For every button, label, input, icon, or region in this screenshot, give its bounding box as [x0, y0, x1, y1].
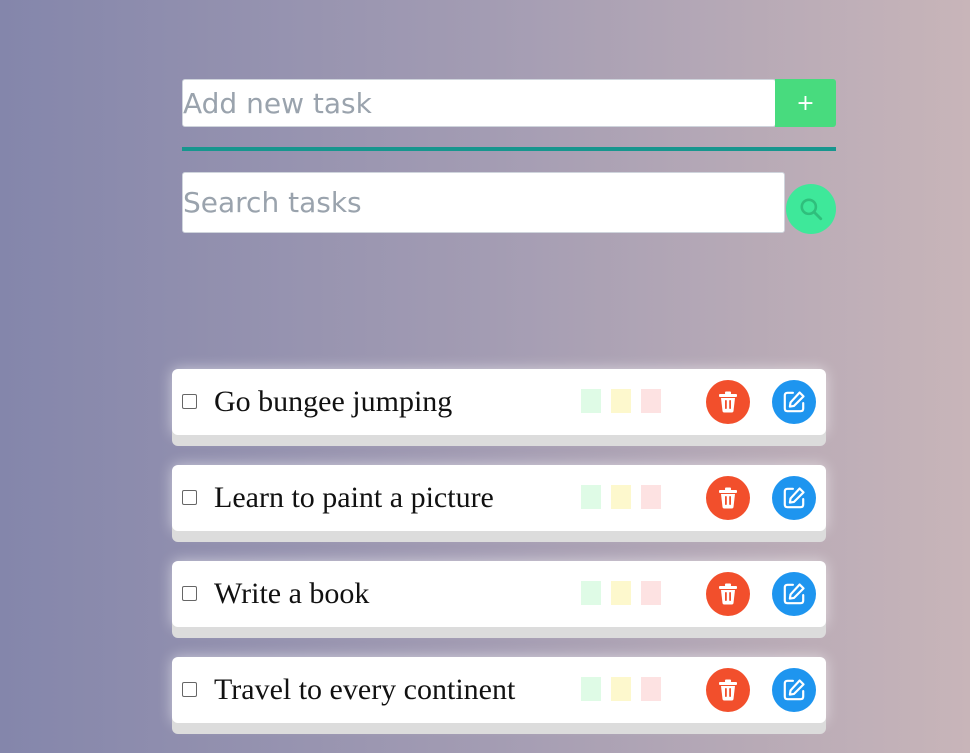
priority-low-button[interactable] [581, 389, 601, 413]
add-task-input[interactable] [182, 79, 776, 127]
edit-icon [783, 487, 805, 509]
priority-high-button[interactable] [641, 677, 661, 701]
priority-medium-button[interactable] [611, 677, 631, 701]
priority-low-button[interactable] [581, 677, 601, 701]
edit-task-button[interactable] [772, 380, 816, 424]
task-title: Learn to paint a picture [214, 481, 494, 514]
priority-high-button[interactable] [641, 485, 661, 509]
search-button[interactable] [786, 184, 836, 234]
delete-task-button[interactable] [706, 380, 750, 424]
edit-task-button[interactable] [772, 668, 816, 712]
priority-high-button[interactable] [641, 581, 661, 605]
task-title: Go bungee jumping [214, 385, 453, 418]
priority-medium-button[interactable] [611, 389, 631, 413]
priority-low-button[interactable] [581, 485, 601, 509]
task-checkbox[interactable] [182, 586, 197, 601]
divider [182, 147, 836, 151]
edit-icon [783, 391, 805, 413]
delete-task-button[interactable] [706, 572, 750, 616]
search-input[interactable] [182, 172, 785, 233]
task-item: Travel to every continent [172, 657, 826, 723]
priority-high-button[interactable] [641, 389, 661, 413]
task-item: Write a book [172, 561, 826, 627]
task-checkbox[interactable] [182, 394, 197, 409]
search-form [182, 172, 836, 234]
edit-icon [783, 679, 805, 701]
task-item: Learn to paint a picture [172, 465, 826, 531]
search-icon [800, 198, 823, 221]
priority-low-button[interactable] [581, 581, 601, 605]
priority-medium-button[interactable] [611, 581, 631, 605]
trash-icon [719, 487, 737, 509]
priority-medium-button[interactable] [611, 485, 631, 509]
task-checkbox[interactable] [182, 682, 197, 697]
task-title: Travel to every continent [214, 673, 516, 706]
trash-icon [719, 679, 737, 701]
edit-icon [783, 583, 805, 605]
task-checkbox[interactable] [182, 490, 197, 505]
edit-task-button[interactable] [772, 476, 816, 520]
edit-task-button[interactable] [772, 572, 816, 616]
delete-task-button[interactable] [706, 668, 750, 712]
add-task-form: + [182, 79, 836, 127]
trash-icon [719, 583, 737, 605]
delete-task-button[interactable] [706, 476, 750, 520]
task-title: Write a book [214, 577, 370, 610]
trash-icon [719, 391, 737, 413]
task-list: Go bungee jumping Learn to paint a pictu… [172, 369, 826, 753]
task-item: Go bungee jumping [172, 369, 826, 435]
add-task-button[interactable]: + [775, 79, 836, 127]
